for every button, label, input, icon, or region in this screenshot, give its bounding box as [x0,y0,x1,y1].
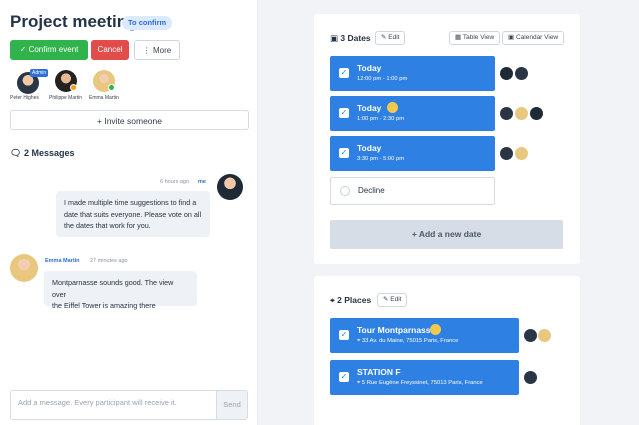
pencil-icon: ✎ [383,296,389,303]
confirm-event-button[interactable]: ✓ Confirm event [10,40,88,60]
more-button[interactable]: ⋮ More [134,40,180,60]
plus-icon: + [411,229,417,239]
plus-icon: + [97,116,102,126]
avatar [524,371,537,384]
left-panel: Project meeting To confirm ✓ Confirm eve… [0,0,258,425]
cancel-button[interactable]: Cancel [91,40,129,60]
date-option[interactable]: ✓ Today 1:00 pm - 2:30 pm [330,96,495,131]
avatar [10,254,38,282]
message-input[interactable]: Add a message. Every participant will re… [11,391,217,419]
checkbox-checked-icon[interactable]: ✓ [339,108,349,118]
message-time: 27 minutes ago [90,258,128,264]
page-title: Project meeting [10,12,138,31]
message-author: me [198,179,206,185]
more-icon: ⋮ [142,46,151,55]
radio-icon[interactable] [340,186,350,196]
participant-name: Emma Martin [89,95,119,101]
compose-box: Add a message. Every participant will re… [10,390,248,420]
dates-header: ▣ 3 Dates [330,33,371,43]
messages-header: 🗨 2 Messages [10,148,75,158]
checkbox-checked-icon[interactable]: ✓ [339,68,349,78]
avatar [500,67,513,80]
calendar-icon: ▣ [330,33,339,43]
calendar-icon: ▣ [508,34,515,41]
date-option[interactable]: ✓ Today 12:00 pm - 1:00 pm [330,56,495,91]
places-header: ⌖ 2 Places [330,295,372,305]
check-icon [108,84,115,91]
status-badge: To confirm [122,16,173,30]
add-date-button[interactable]: + Add a new date [330,220,563,249]
participant-name: Peter Highes [10,95,39,101]
checkbox-checked-icon[interactable]: ✓ [339,330,349,340]
date-option[interactable]: ✓ Today 3:30 pm - 5:00 pm [330,136,495,171]
decline-option[interactable]: Decline [330,177,495,205]
avatar [524,329,537,342]
checkbox-checked-icon[interactable]: ✓ [339,372,349,382]
table-view-button[interactable]: ▦ Table View [449,31,501,45]
invite-button[interactable]: + Invite someone [10,110,249,130]
trophy-icon [387,102,398,113]
pencil-icon: ✎ [381,34,387,41]
edit-places-button[interactable]: ✎ Edit [377,293,408,307]
map-pin-icon: ⌖ [357,338,361,344]
participant-name: Philippe Martin [49,95,83,101]
check-icon: ✓ [19,45,27,54]
message-author: Emma Martin [45,258,80,264]
avatar [530,107,543,120]
message-bubble: I made multiple time suggestions to find… [56,191,210,237]
send-button[interactable]: Send [216,391,247,419]
place-option[interactable]: ✓ Tour Montparnasse ⌖ 33 Av. du Maine, 7… [330,318,519,353]
checkbox-checked-icon[interactable]: ✓ [339,148,349,158]
avatar [515,147,528,160]
event-page: Project meeting To confirm ✓ Confirm eve… [0,0,639,425]
avatar [217,174,243,200]
chat-icon: 🗨 [10,148,22,158]
map-pin-icon: ⌖ [330,295,335,305]
avatar [500,107,513,120]
edit-dates-button[interactable]: ✎ Edit [375,31,406,45]
status-icon [70,84,77,91]
avatar [515,67,528,80]
avatar [500,147,513,160]
map-pin-icon: ⌖ [357,380,361,386]
calendar-view-button[interactable]: ▣ Calendar View [502,31,565,45]
avatar [538,329,551,342]
message-bubble: Montparnasse sounds good. The view over … [44,271,197,310]
trophy-icon [430,324,441,335]
table-icon: ▦ [455,34,462,41]
message-time: 6 hours ago [160,179,190,185]
place-option[interactable]: ✓ STATION F ⌖ 5 Rue Eugène Freyssinet, 7… [330,360,519,395]
admin-badge: Admin [30,69,49,77]
avatar [515,107,528,120]
